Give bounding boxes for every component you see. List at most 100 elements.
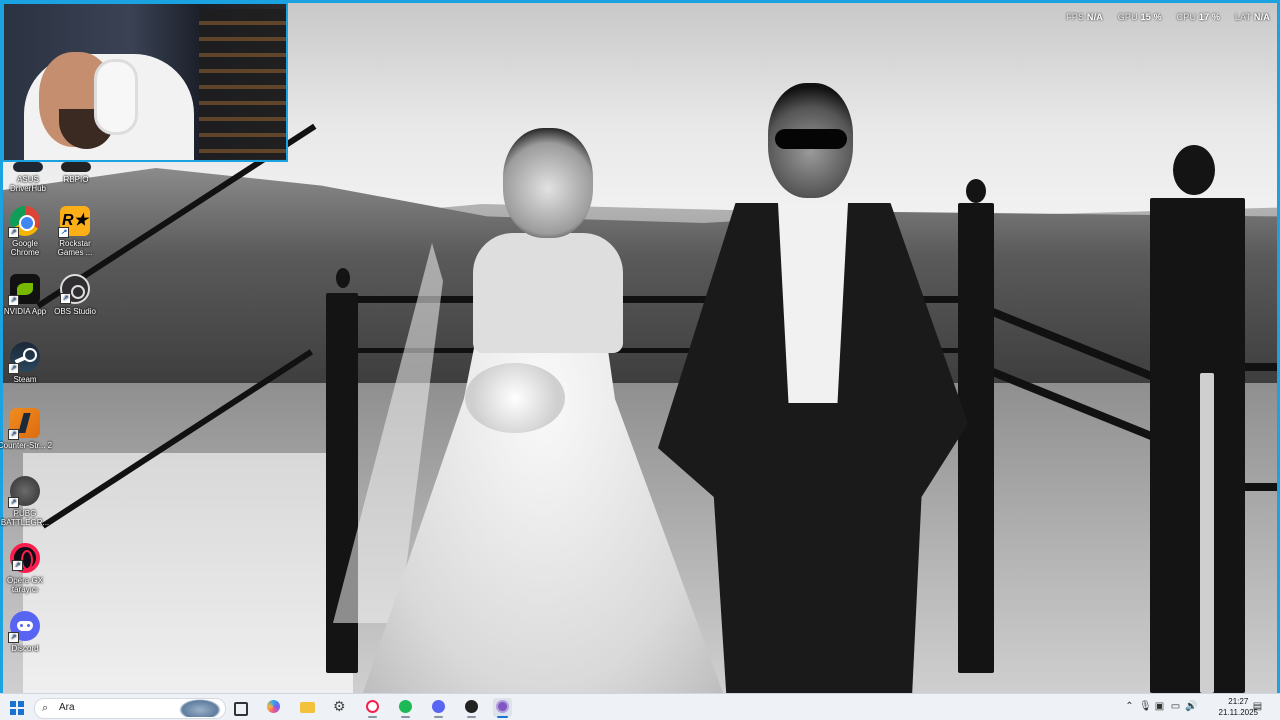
bouquet: [465, 363, 565, 433]
discord-icon: ↗: [8, 611, 40, 643]
asus-driverhub-icon: [13, 162, 43, 172]
shortcut-arrow-icon: ↗: [58, 227, 69, 238]
steam-icon: ↗: [8, 342, 40, 374]
file-explorer-icon: [300, 702, 315, 713]
shortcut-arrow-icon: ↗: [8, 227, 19, 238]
railing-pipe: [1200, 373, 1214, 693]
desktop-icon-discord[interactable]: ↗ Discord: [0, 611, 53, 653]
desktop-icon-opera-gx[interactable]: ↗ Opera GX tarayıcı: [0, 543, 53, 594]
shortcut-arrow-icon: ↗: [8, 497, 19, 508]
taskbar-spotify[interactable]: [396, 698, 415, 718]
desktop-icon-label: Opera GX tarayıcı: [6, 576, 43, 594]
rockstar-icon: R★ ↗: [58, 206, 90, 238]
task-view-icon: [234, 702, 248, 716]
groom-shirt: [778, 203, 848, 403]
railing-post: [1150, 198, 1245, 693]
shortcut-arrow-icon: ↗: [12, 560, 23, 571]
desktop-icon-label: Rockstar Games ...: [57, 239, 93, 257]
nvidia-icon: ↗: [8, 274, 40, 306]
shortcut-arrow-icon: ↗: [60, 293, 71, 304]
taskbar-discord[interactable]: [429, 698, 448, 718]
railing-post: [958, 203, 994, 673]
taskbar-rockstar[interactable]: [462, 698, 481, 718]
gpu-label: GPU: [1117, 12, 1138, 22]
shortcut-arrow-icon: ↗: [8, 363, 19, 374]
desktop-icon-label: RBPIO: [63, 175, 89, 184]
running-indicator: [401, 716, 410, 718]
webcam-background-window: [199, 9, 286, 159]
shortcut-arrow-icon: ↗: [8, 632, 19, 643]
taskbar-search-box[interactable]: ⌕ Ara: [34, 698, 226, 719]
volume-icon[interactable]: 🔊: [1185, 701, 1197, 712]
cpu-label: CPU: [1176, 12, 1197, 22]
bride-head: [503, 128, 593, 238]
spotify-icon: [399, 700, 412, 713]
desktop-icon-obs-studio[interactable]: ↗ OBS Studio: [47, 274, 103, 316]
desktop-icon-pubg[interactable]: ↗ PUBG BATTLEGR...: [0, 476, 53, 527]
desktop-icon-google-chrome[interactable]: ↗ Google Chrome: [0, 206, 53, 257]
desktop-icon-rbpio[interactable]: RBPIO: [48, 162, 104, 184]
desktop-icon-label: NVIDIA App: [3, 307, 47, 316]
shortcut-arrow-icon: ↗: [8, 429, 19, 440]
taskbar-copilot[interactable]: [264, 698, 283, 717]
desktop-icon-rockstar-games[interactable]: R★ ↗ Rockstar Games ...: [47, 206, 103, 257]
fps-value: N/A: [1086, 12, 1104, 22]
desktop-icon-label: Steam: [13, 375, 37, 384]
copilot-icon: [267, 700, 280, 713]
desktop-icon-nvidia-app[interactable]: ↗ NVIDIA App: [0, 274, 53, 316]
gpu-value: 15 %: [1140, 12, 1162, 22]
search-highlight-image: [179, 699, 221, 717]
bride-torso: [473, 233, 623, 353]
chevron-up-icon[interactable]: ⌃: [1124, 701, 1135, 712]
rbpio-icon: [61, 162, 91, 172]
running-indicator: [467, 716, 476, 718]
desktop-icon-label: Google Chrome: [10, 239, 40, 257]
search-icon: ⌕: [42, 702, 49, 714]
railing-post-cap: [1173, 145, 1215, 195]
wallpaper-deck: [23, 453, 353, 693]
running-indicator: [497, 716, 508, 718]
desktop-icon-label: PUBG BATTLEGR...: [0, 509, 50, 527]
notification-icon[interactable]: ▤: [1252, 701, 1263, 712]
performance-overlay: FPS N/A GPU 15 % CPU 17 % LAT N/A: [1066, 12, 1270, 22]
chrome-icon: ↗: [8, 206, 40, 238]
railing-post-cap: [336, 268, 350, 288]
shortcut-arrow-icon: ↗: [8, 295, 19, 306]
network-icon[interactable]: ▭: [1170, 701, 1181, 712]
desktop-icon-steam[interactable]: ↗ Steam: [0, 342, 53, 384]
microphone-icon[interactable]: 🎙: [1139, 701, 1152, 712]
start-button[interactable]: [9, 698, 25, 717]
desktop-icon-label: Discord: [11, 644, 39, 653]
taskbar-obs[interactable]: [493, 698, 512, 718]
running-indicator: [434, 716, 443, 718]
headphones-icon: [94, 59, 138, 135]
desktop-icon-label: OBS Studio: [54, 307, 96, 316]
window-icon[interactable]: ▣: [1154, 701, 1165, 712]
taskbar: ⌕ Ara ⚙ ⌃ 🎙 ▣ ▭ 🔊 21:27 21.11.2025 ▤: [0, 693, 1280, 720]
running-indicator: [368, 716, 377, 718]
railing: [1243, 483, 1277, 491]
railing: [1243, 363, 1277, 371]
lat-value: N/A: [1253, 12, 1270, 22]
windows-logo-icon: [10, 701, 24, 715]
cpu-value: 17 %: [1198, 12, 1221, 22]
opera-gx-icon: [366, 700, 379, 713]
taskbar-opera-gx[interactable]: [363, 698, 382, 718]
rockstar-icon: [465, 700, 478, 713]
counter-strike-icon: ↗: [8, 408, 40, 440]
obs-icon: [496, 700, 509, 713]
search-placeholder: Ara: [59, 702, 75, 713]
taskbar-settings[interactable]: ⚙: [331, 698, 350, 717]
desktop-icon-label: Counter-Str... 2: [0, 441, 53, 450]
railing-post-cap: [966, 179, 986, 203]
discord-icon: [432, 700, 445, 713]
groom-sunglasses: [775, 129, 847, 149]
obs-icon: ↗: [60, 274, 90, 304]
webcam-overlay: [2, 2, 288, 162]
taskbar-file-explorer[interactable]: [298, 698, 317, 717]
taskbar-task-view[interactable]: [230, 698, 249, 717]
fps-label: FPS: [1066, 12, 1085, 22]
pubg-icon: ↗: [8, 476, 40, 508]
desktop-icon-counter-strike-2[interactable]: ↗ Counter-Str... 2: [0, 408, 53, 450]
opera-gx-icon: ↗: [10, 543, 40, 573]
